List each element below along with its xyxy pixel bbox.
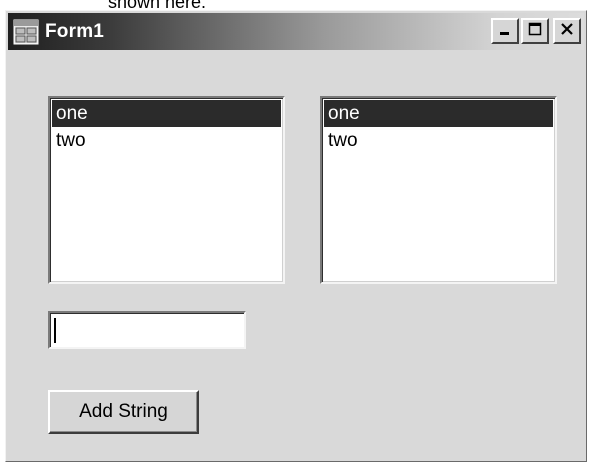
minimize-button[interactable] (491, 18, 519, 44)
string-input[interactable] (48, 311, 246, 349)
listbox-left[interactable]: one two (48, 96, 285, 284)
text-caret (54, 318, 56, 343)
list-item[interactable]: one (52, 100, 281, 127)
form-window: Form1 one two one two Add String (5, 10, 587, 462)
listbox-right[interactable]: one two (320, 96, 557, 284)
caption-buttons (491, 18, 581, 44)
maximize-button[interactable] (521, 18, 549, 44)
close-button[interactable] (553, 18, 581, 44)
list-item[interactable]: one (324, 100, 553, 127)
window-title: Form1 (45, 20, 105, 42)
form-icon[interactable] (13, 19, 39, 45)
minimize-icon (498, 22, 512, 41)
close-icon (560, 22, 574, 41)
add-string-button[interactable]: Add String (48, 390, 199, 434)
list-item[interactable]: two (324, 127, 553, 154)
title-bar[interactable]: Form1 (8, 13, 584, 50)
maximize-icon (528, 22, 542, 41)
list-item[interactable]: two (52, 127, 281, 154)
